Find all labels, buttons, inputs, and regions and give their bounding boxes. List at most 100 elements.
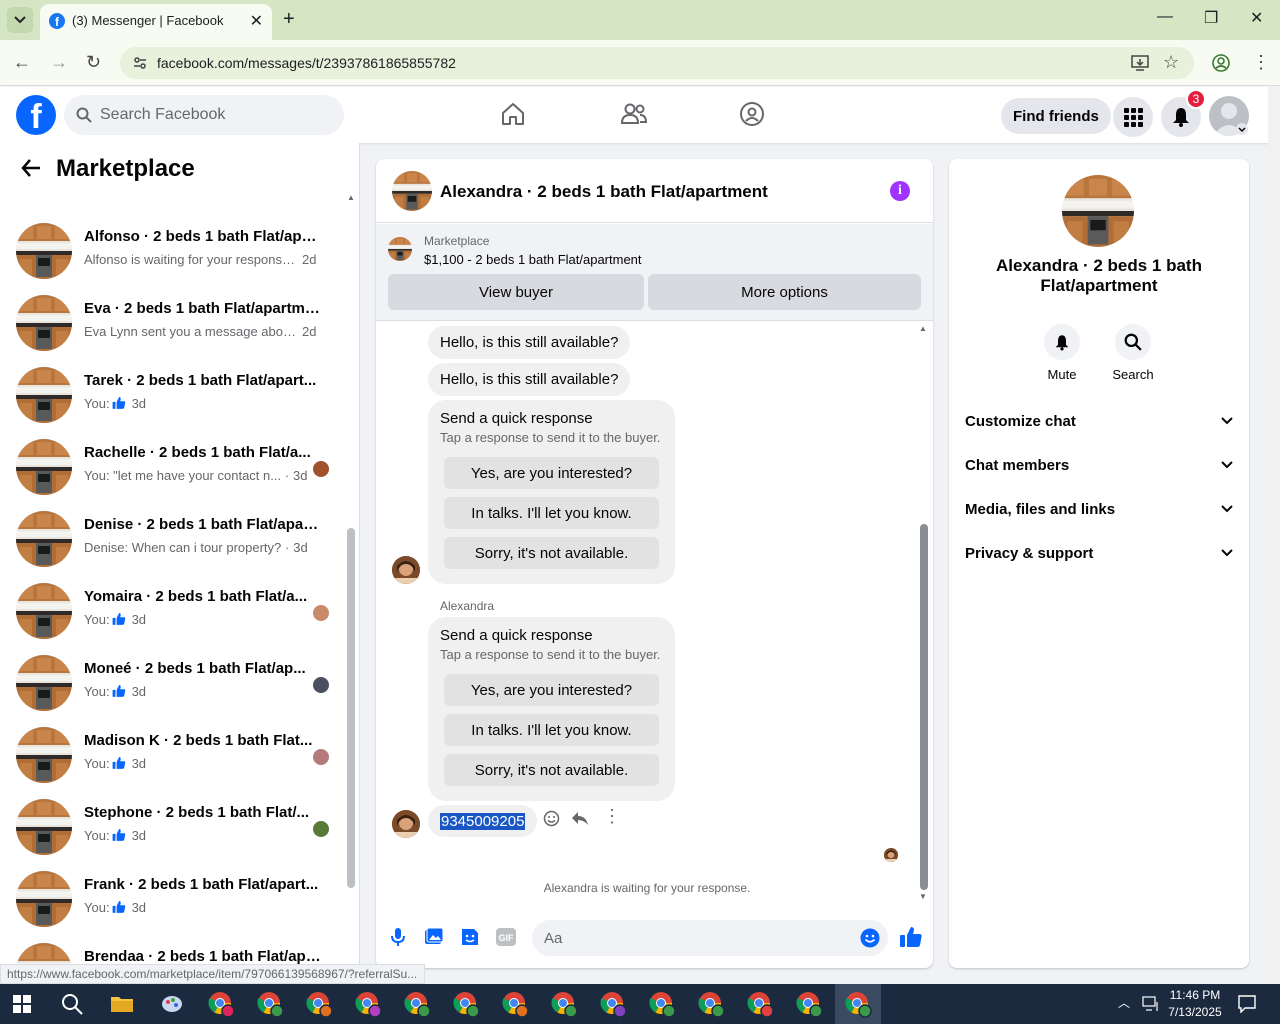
tray-expand-icon[interactable]: ︿ [1118,994,1130,1011]
conversation-item[interactable]: Yomaira · 2 beds 1 bath Flat/a... You: 3d [0,579,345,651]
conversation-item[interactable]: Moneé · 2 beds 1 bath Flat/ap... You: 3d [0,651,345,723]
chrome-profile-icon[interactable] [697,990,725,1018]
taskbar-search-icon[interactable] [60,992,84,1016]
file-explorer-icon[interactable] [110,992,134,1016]
back-arrow-icon[interactable] [20,157,42,179]
sticker-icon[interactable] [460,927,480,947]
install-app-icon[interactable] [1131,55,1149,71]
quick-reply-yes-button[interactable]: Yes, are you interested? [444,457,659,489]
sidebar-scrollbar[interactable]: ▲ [345,193,357,984]
chrome-profile-icon[interactable] [305,990,333,1018]
chrome-profile-icon[interactable] [746,990,774,1018]
thumbs-up-icon[interactable] [899,925,923,949]
quick-reply-yes-button[interactable]: Yes, are you interested? [444,674,659,706]
minimize-icon[interactable]: — [1157,8,1173,26]
preview-time: 3d [131,828,147,843]
groups-icon[interactable] [739,101,765,127]
find-friends-button[interactable]: Find friends [1001,98,1111,134]
selected-phone-text[interactable]: 9345009205 [440,812,526,830]
quick-reply-not-available-button[interactable]: Sorry, it's not available. [444,754,659,786]
reload-icon[interactable]: ↻ [86,52,101,73]
phone-number-message[interactable]: 9345009205 [428,805,538,837]
react-emoji-icon[interactable] [543,810,560,827]
conversation-item[interactable]: Eva · 2 beds 1 bath Flat/apartment Eva Ly… [0,291,345,363]
chrome-profile-icon[interactable] [599,990,627,1018]
paint-app-icon[interactable] [160,992,184,1016]
chrome-profile-icon[interactable] [550,990,578,1018]
search-box[interactable] [64,95,344,135]
search-action[interactable]: Search [1103,324,1163,382]
info-icon[interactable]: i [890,181,910,201]
conversation-item[interactable]: Tarek · 2 beds 1 bath Flat/apart... You: 3… [0,363,345,435]
reply-icon[interactable] [571,810,589,826]
customize-chat-section[interactable]: Customize chat [965,407,1233,435]
chrome-profile-icon[interactable] [207,990,235,1018]
chrome-profile-icon[interactable] [648,990,676,1018]
conversation-item[interactable]: Alfonso · 2 beds 1 bath Flat/apar... Alfo… [0,219,345,291]
chrome-profile-icon[interactable] [354,990,382,1018]
restore-icon[interactable]: ❐ [1204,8,1218,28]
search-input[interactable] [100,95,330,135]
mute-action[interactable]: Mute [1032,324,1092,382]
media-files-links-section[interactable]: Media, files and links [965,495,1233,523]
conversation-item[interactable]: Denise · 2 beds 1 bath Flat/apart... Deni… [0,507,345,579]
sender-avatar[interactable] [392,810,420,838]
bookmark-star-icon[interactable]: ☆ [1163,52,1179,73]
chrome-profile-icon[interactable] [844,990,872,1018]
new-tab-icon[interactable]: + [283,9,295,29]
chat-scroll-thumb[interactable] [920,524,928,890]
conversation-item[interactable]: Frank · 2 beds 1 bath Flat/apart... You: 3… [0,867,345,939]
forward-arrow-icon[interactable]: → [50,52,68,73]
windows-start-icon[interactable] [13,995,31,1013]
notification-center-icon[interactable] [1238,995,1256,1013]
scroll-up-icon[interactable]: ▲ [347,193,355,202]
quick-reply-in-talks-button[interactable]: In talks. I'll let you know. [444,497,659,529]
more-options-button[interactable]: More options [648,274,921,310]
sender-avatar[interactable] [392,556,420,584]
window-close-icon[interactable]: ✕ [1250,8,1263,28]
network-icon[interactable] [1142,996,1160,1012]
tab-search-button[interactable] [7,7,33,33]
quick-reply-in-talks-button[interactable]: In talks. I'll let you know. [444,714,659,746]
conversation-item[interactable]: Madison K · 2 beds 1 bath Flat... You: 3d [0,723,345,795]
profile-icon[interactable] [1212,54,1230,72]
search-icon [76,107,92,123]
quick-reply-not-available-button[interactable]: Sorry, it's not available. [444,537,659,569]
system-clock[interactable]: 11:46 PM 7/13/2025 [1160,987,1230,1021]
photo-icon[interactable] [424,927,444,947]
listing-thumbnail[interactable] [392,171,432,211]
sidebar-scroll-thumb[interactable] [347,528,355,888]
home-icon[interactable] [500,101,526,127]
back-arrow-icon[interactable]: ← [13,52,31,73]
microphone-icon[interactable] [390,927,406,947]
site-settings-icon[interactable] [132,55,148,71]
address-bar[interactable]: facebook.com/messages/t/2393786186585578… [120,47,1194,79]
scroll-down-icon[interactable]: ▼ [919,892,927,901]
more-actions-icon[interactable]: ⋮ [603,806,621,827]
chat-members-section[interactable]: Chat members [965,451,1233,479]
browser-menu-icon[interactable]: ⋮ [1252,52,1270,73]
menu-button[interactable] [1113,97,1153,137]
chrome-profile-icon[interactable] [501,990,529,1018]
conversation-item[interactable]: Stephone · 2 beds 1 bath Flat/... You: 3d [0,795,345,867]
listing-large-thumbnail[interactable] [1062,175,1134,247]
view-buyer-button[interactable]: View buyer [388,274,644,310]
chrome-profile-icon[interactable] [256,990,284,1018]
message-input[interactable] [532,920,888,956]
browser-tab[interactable]: f (3) Messenger | Facebook ✕ [40,4,272,40]
chrome-profile-icon[interactable] [795,990,823,1018]
friends-icon[interactable] [620,101,648,127]
chrome-profile-icon[interactable] [452,990,480,1018]
chrome-profile-icon[interactable] [403,990,431,1018]
tab-close-icon[interactable]: ✕ [250,11,263,31]
quick-response-subtext: Tap a response to send it to the buyer. [440,430,661,445]
chat-scrollbar[interactable]: ▲ ▼ [917,322,929,904]
conversation-item[interactable]: Rachelle · 2 beds 1 bath Flat/a... You: "… [0,435,345,507]
scroll-up-icon[interactable]: ▲ [919,324,927,333]
gif-icon[interactable]: GIF [496,927,516,947]
privacy-support-section[interactable]: Privacy & support [965,539,1233,567]
emoji-icon[interactable] [860,928,880,948]
chat-title[interactable]: Alexandra · 2 beds 1 bath Flat/apartment [440,182,768,202]
page-scrollbar[interactable] [1268,87,1280,984]
facebook-logo[interactable]: f [16,95,56,135]
